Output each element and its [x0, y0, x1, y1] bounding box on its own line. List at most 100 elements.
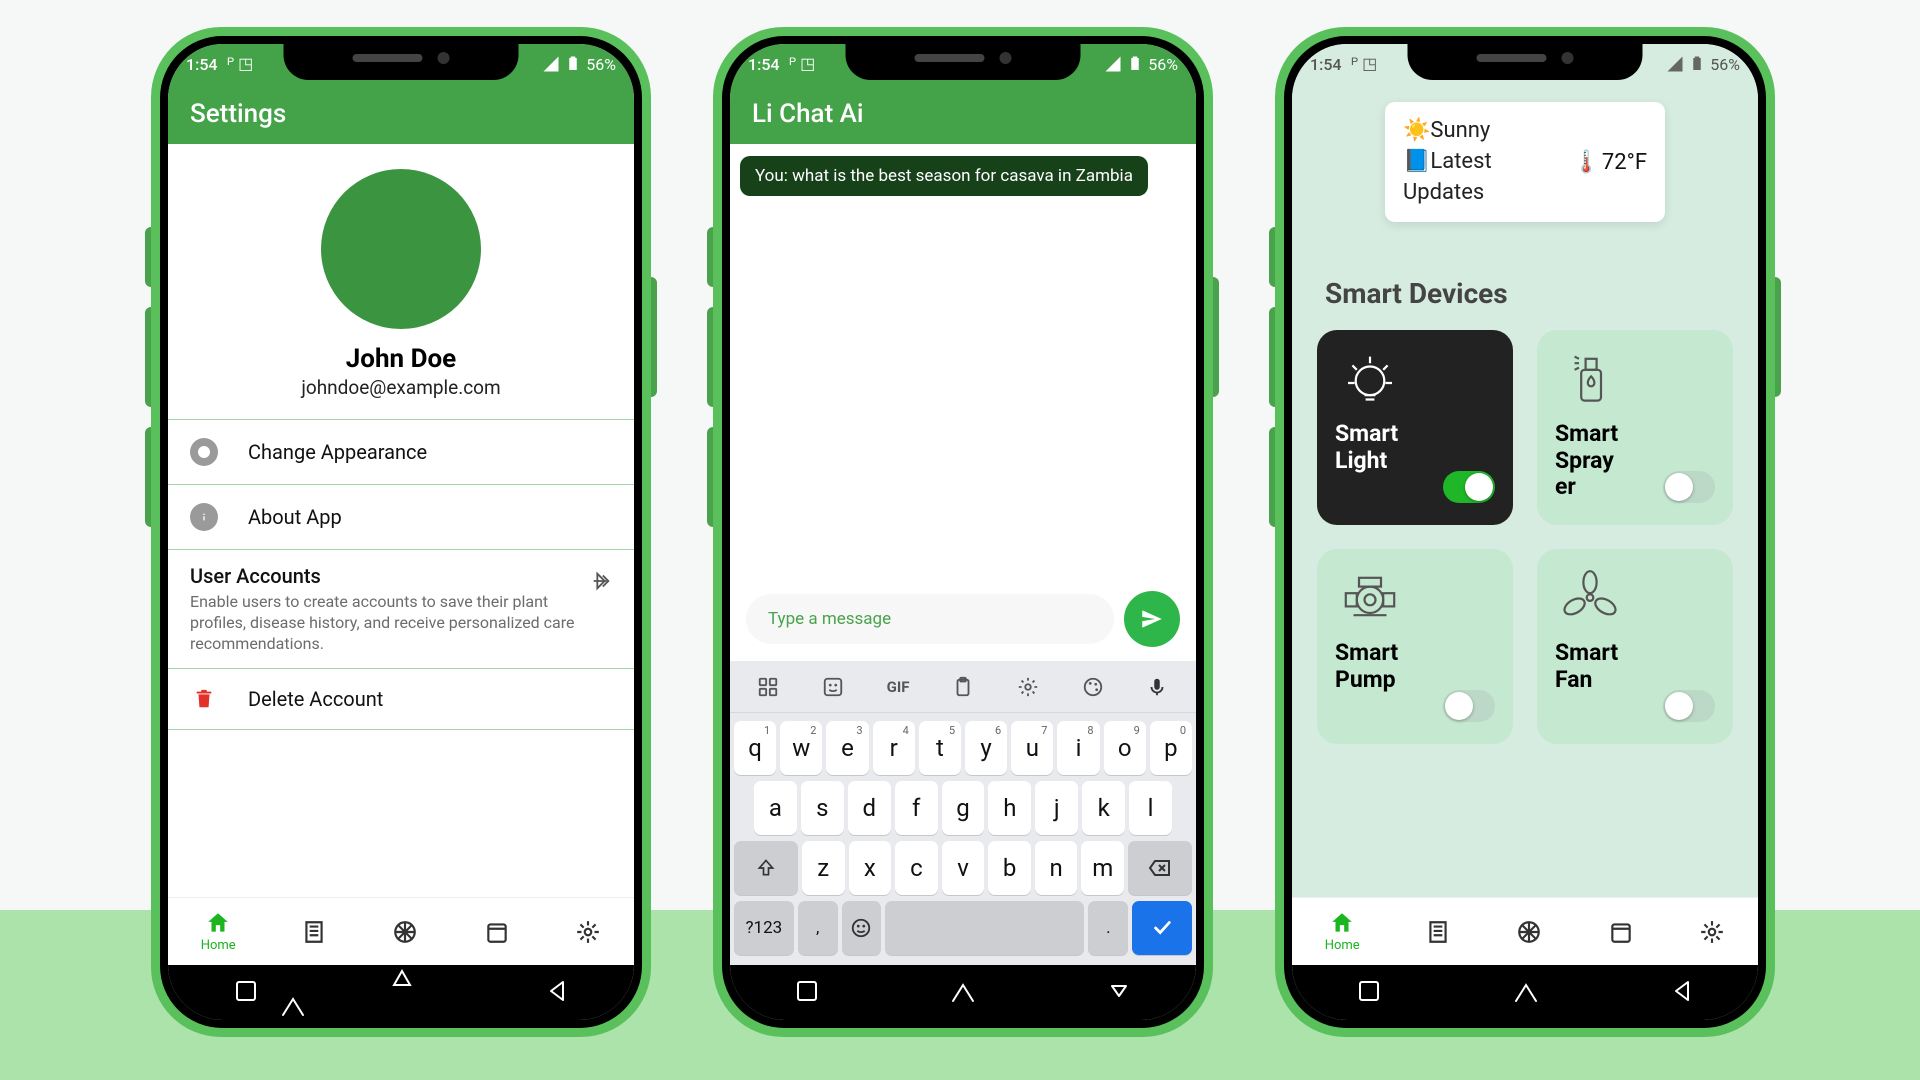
nav-camera[interactable]	[1516, 919, 1542, 945]
key-comma[interactable]: ,	[798, 901, 838, 955]
device-light-toggle[interactable]	[1443, 471, 1495, 503]
gear-icon	[575, 919, 601, 945]
row-delete-account[interactable]: Delete Account	[168, 668, 634, 729]
android-recent[interactable]	[1358, 980, 1380, 1006]
chat-appbar: Li Chat Ai	[730, 84, 1196, 144]
nav-camera[interactable]	[392, 919, 418, 945]
avatar[interactable]	[321, 169, 481, 329]
key-backspace[interactable]	[1128, 841, 1192, 895]
key-x[interactable]: x	[849, 841, 892, 895]
nav-notes[interactable]	[1425, 919, 1451, 945]
nav-settings[interactable]	[1699, 919, 1725, 945]
device-pump-toggle[interactable]	[1443, 690, 1495, 722]
sprayer-icon	[1555, 350, 1625, 405]
key-w[interactable]: 2w	[780, 721, 822, 775]
key-symbols[interactable]: ?123	[734, 901, 794, 955]
device-sprayer-toggle[interactable]	[1663, 471, 1715, 503]
key-e[interactable]: 3e	[826, 721, 868, 775]
nav-notes[interactable]	[301, 919, 327, 945]
keyboard-rows: 1q2w3e4r5t6y7u8i9o0p asdfghjkl zxcvbnm ?…	[730, 713, 1196, 965]
chat-input[interactable]: Type a message	[746, 594, 1114, 644]
key-k[interactable]: k	[1082, 781, 1125, 835]
key-u[interactable]: 7u	[1011, 721, 1053, 775]
kbd-settings-icon[interactable]	[1013, 672, 1043, 702]
key-h[interactable]: h	[988, 781, 1031, 835]
key-a[interactable]: a	[754, 781, 797, 835]
kbd-apps-icon[interactable]	[753, 672, 783, 702]
device-pump-label: Smart Pump	[1335, 640, 1400, 693]
key-q[interactable]: 1q	[734, 721, 776, 775]
android-back[interactable]	[547, 980, 567, 1006]
device-smart-light[interactable]: Smart Light	[1317, 330, 1513, 525]
send-button[interactable]	[1124, 591, 1180, 647]
key-o[interactable]: 9o	[1104, 721, 1146, 775]
chat-messages[interactable]: You: what is the best season for casava …	[730, 144, 1196, 581]
key-n[interactable]: n	[1035, 841, 1078, 895]
android-recent[interactable]	[235, 980, 257, 1006]
row-appearance[interactable]: Change Appearance	[168, 419, 634, 484]
device-smart-pump[interactable]: Smart Pump	[1317, 549, 1513, 744]
calendar-icon	[1608, 919, 1634, 945]
key-m[interactable]: m	[1081, 841, 1124, 895]
phone-bezel: 1:54 ᴾ ◳ 56% Li Chat Ai You: what is the…	[722, 36, 1204, 1028]
kbd-gif-icon[interactable]: GIF	[883, 672, 913, 702]
key-z[interactable]: z	[802, 841, 845, 895]
key-j[interactable]: j	[1035, 781, 1078, 835]
key-enter[interactable]	[1132, 901, 1192, 955]
android-back[interactable]	[1672, 980, 1692, 1006]
key-c[interactable]: c	[895, 841, 938, 895]
phone-notch	[284, 36, 519, 80]
hw-buttons-right	[651, 277, 657, 397]
device-smart-sprayer[interactable]: Smart Sprayer	[1537, 330, 1733, 525]
key-l[interactable]: l	[1129, 781, 1172, 835]
key-t[interactable]: 5t	[919, 721, 961, 775]
key-f[interactable]: f	[895, 781, 938, 835]
key-s[interactable]: s	[801, 781, 844, 835]
key-v[interactable]: v	[942, 841, 985, 895]
kbd-theme-icon[interactable]	[1078, 672, 1108, 702]
nav-home[interactable]: Home	[1325, 910, 1360, 953]
palette-icon	[190, 438, 218, 466]
device-smart-fan[interactable]: Smart Fan	[1537, 549, 1733, 744]
device-fan-toggle[interactable]	[1663, 690, 1715, 722]
android-home[interactable]	[950, 979, 976, 1007]
key-i[interactable]: 8i	[1057, 721, 1099, 775]
android-recent[interactable]	[796, 980, 818, 1006]
send-icon	[1139, 606, 1165, 632]
key-period[interactable]: .	[1088, 901, 1128, 955]
battery-icon	[1688, 55, 1706, 73]
key-y[interactable]: 6y	[965, 721, 1007, 775]
signal-icon	[1104, 55, 1122, 73]
key-p[interactable]: 0p	[1150, 721, 1192, 775]
bottom-nav: Home	[168, 897, 634, 965]
profile-email: johndoe@example.com	[301, 376, 500, 399]
nav-home[interactable]: Home	[201, 910, 236, 953]
chat-placeholder: Type a message	[768, 609, 891, 629]
row-about-label: About App	[248, 505, 342, 529]
kbd-mic-icon[interactable]	[1142, 672, 1172, 702]
nav-settings[interactable]	[575, 919, 601, 945]
key-g[interactable]: g	[942, 781, 985, 835]
android-home[interactable]	[390, 965, 414, 1021]
key-r[interactable]: 4r	[873, 721, 915, 775]
kbd-clipboard-icon[interactable]	[948, 672, 978, 702]
status-right: 56%	[1104, 55, 1178, 74]
key-d[interactable]: d	[848, 781, 891, 835]
kbd-sticker-icon[interactable]	[818, 672, 848, 702]
key-shift[interactable]	[734, 841, 798, 895]
key-space[interactable]	[885, 901, 1084, 955]
key-emoji[interactable]	[842, 901, 882, 955]
nav-calendar[interactable]	[484, 919, 510, 945]
status-app-icon: ᴾ ◳	[224, 54, 254, 74]
nav-calendar[interactable]	[1608, 919, 1634, 945]
row-about[interactable]: About App	[168, 484, 634, 549]
weather-card[interactable]: ☀️Sunny 📘Latest Updates 🌡️72°F	[1385, 102, 1665, 222]
android-home[interactable]	[1513, 979, 1539, 1007]
row-accounts-title: User Accounts	[190, 564, 612, 588]
row-user-accounts[interactable]: User Accounts Enable users to create acc…	[168, 549, 634, 668]
screen-settings: 1:54 ᴾ ◳ 56% Settings John Doe johndoe@e…	[168, 44, 634, 1020]
status-right: 56%	[542, 55, 616, 74]
key-b[interactable]: b	[988, 841, 1031, 895]
user-message: You: what is the best season for casava …	[740, 156, 1148, 196]
android-keyboard-down[interactable]	[1108, 980, 1130, 1006]
